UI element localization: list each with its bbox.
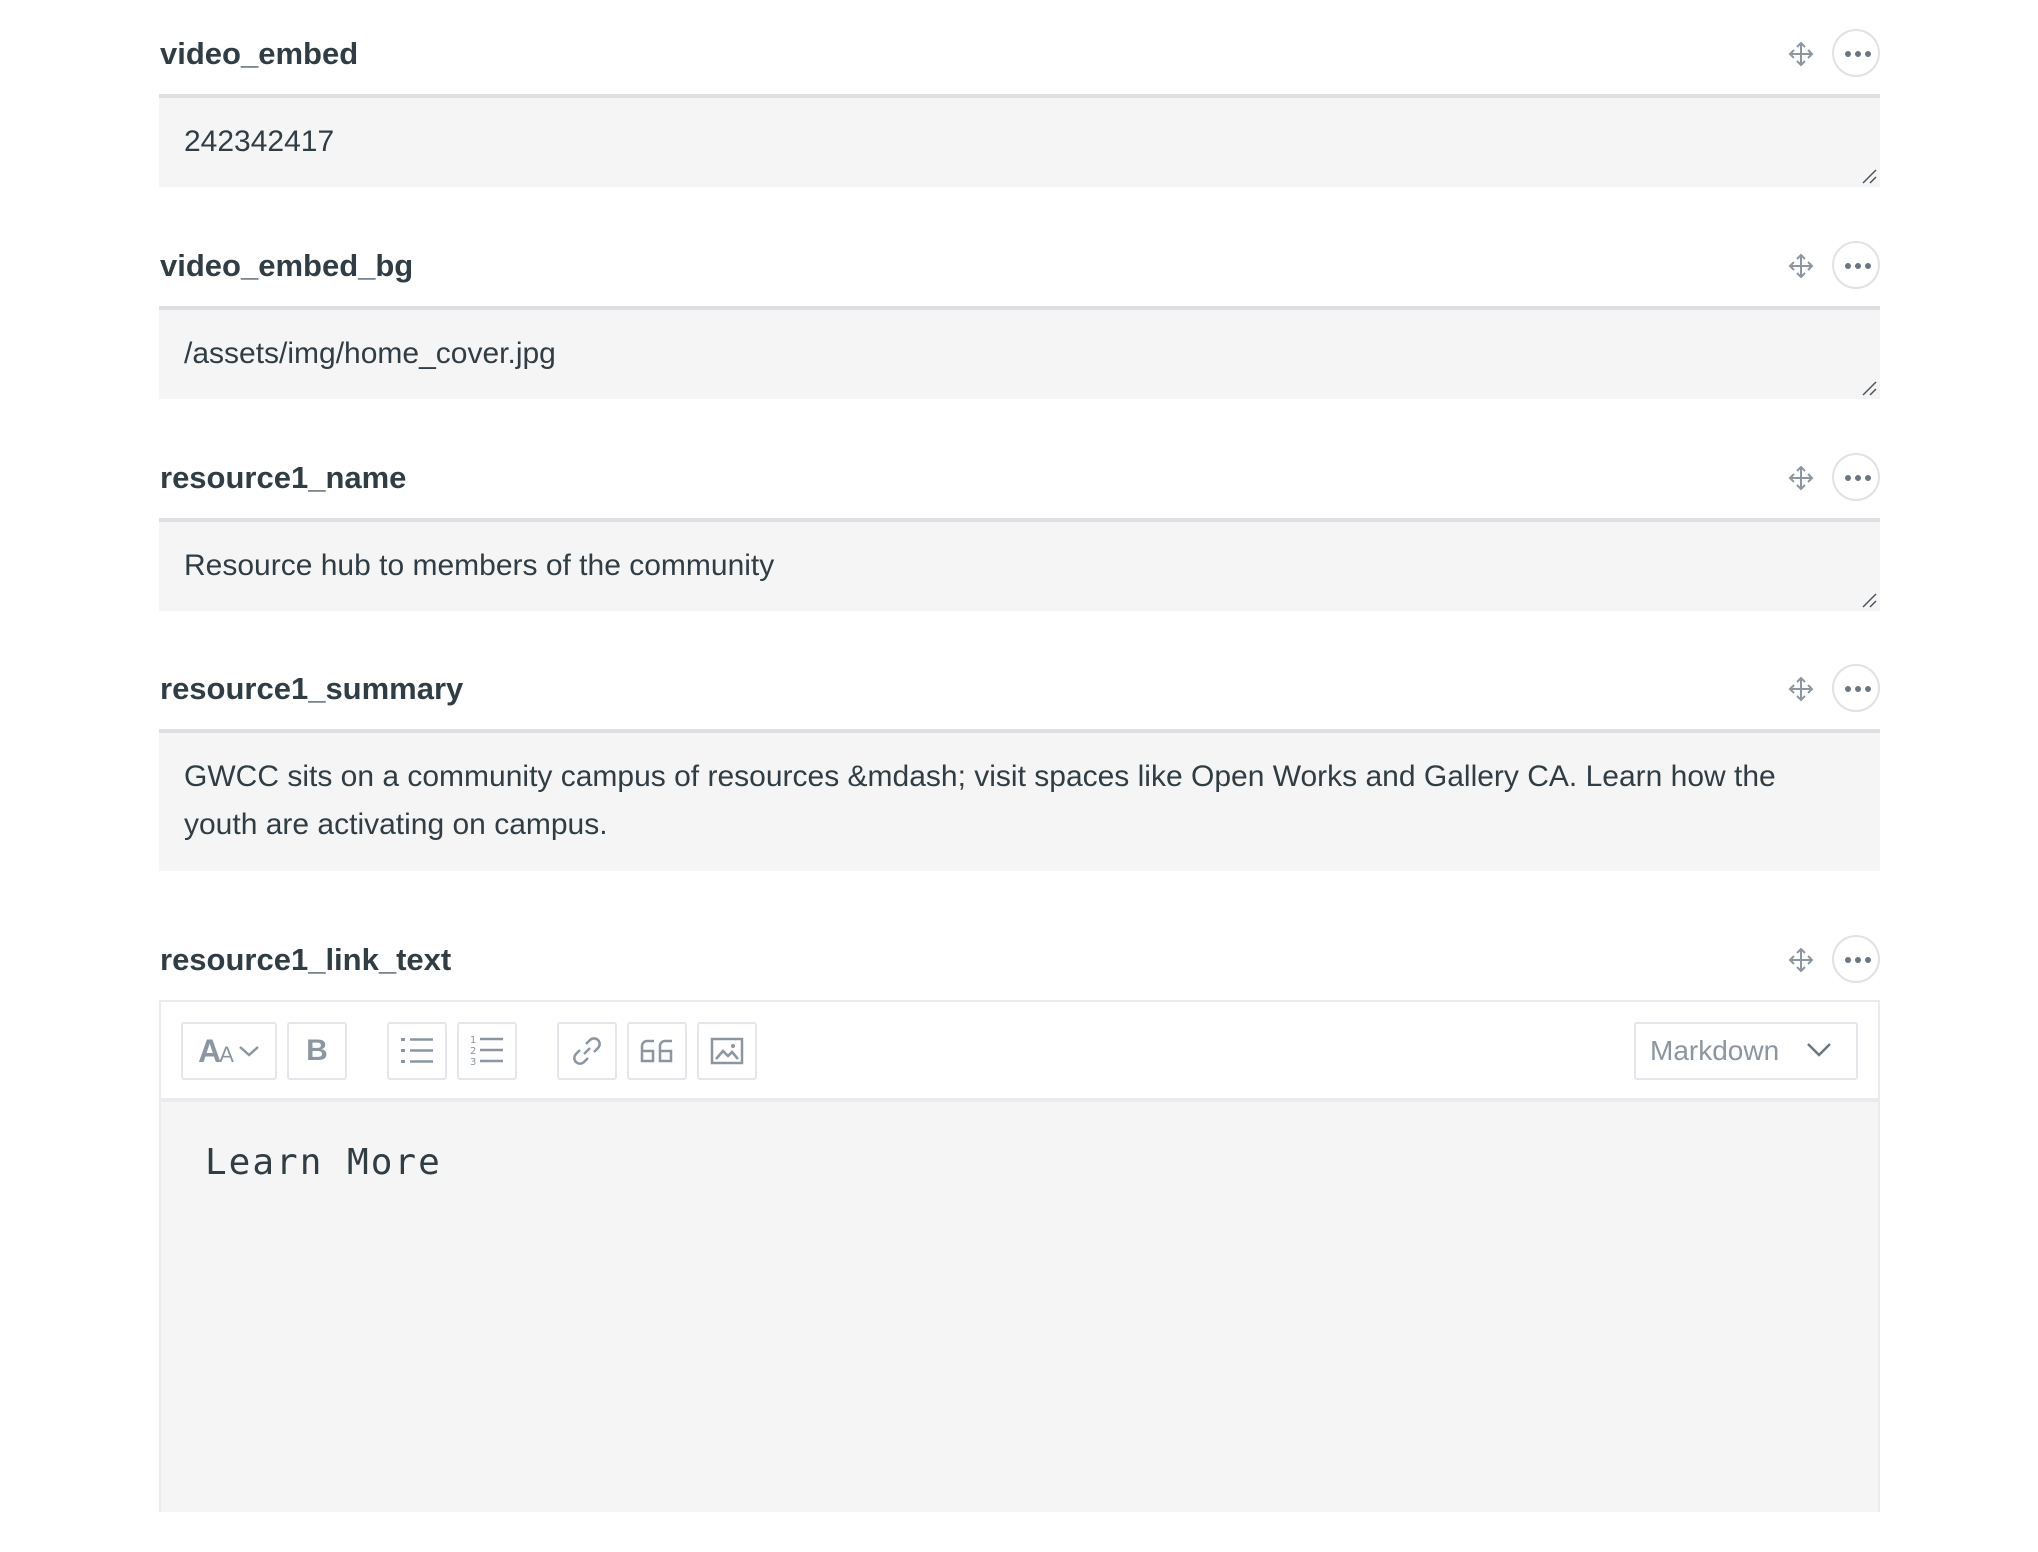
- image-icon: [710, 1037, 744, 1065]
- move-icon[interactable]: [1788, 465, 1814, 491]
- field-label: resource1_link_text: [160, 942, 452, 977]
- bulleted-list-button[interactable]: [387, 1022, 447, 1080]
- field-header: video_embed_bg: [159, 240, 1880, 292]
- link-button[interactable]: [557, 1022, 617, 1080]
- more-horizontal-icon: [1845, 957, 1871, 963]
- more-horizontal-icon: [1845, 475, 1871, 481]
- move-icon[interactable]: [1788, 253, 1814, 279]
- move-icon[interactable]: [1788, 41, 1814, 67]
- more-horizontal-icon: [1845, 51, 1871, 57]
- field-value: 242342417: [184, 125, 335, 158]
- resize-grip-icon[interactable]: [1861, 380, 1877, 396]
- more-options-button[interactable]: [1832, 664, 1880, 712]
- editor-content[interactable]: Learn More: [161, 1102, 1878, 1512]
- svg-text:2: 2: [470, 1046, 476, 1057]
- move-icon[interactable]: [1788, 676, 1814, 702]
- format-select[interactable]: Markdown: [1634, 1022, 1858, 1080]
- field-video-embed: video_embed 242342417: [159, 28, 1880, 187]
- svg-text:1: 1: [470, 1035, 476, 1046]
- resize-grip-icon[interactable]: [1861, 168, 1877, 184]
- more-horizontal-icon: [1845, 263, 1871, 269]
- format-select-value: Markdown: [1650, 1035, 1780, 1066]
- field-value: /assets/img/home_cover.jpg: [184, 337, 556, 370]
- field-video-embed-bg: video_embed_bg /assets/img/home_cover.jp…: [159, 240, 1880, 399]
- more-options-button[interactable]: [1832, 241, 1880, 289]
- field-header: resource1_link_text: [159, 934, 1880, 986]
- bold-icon: B: [306, 1034, 328, 1067]
- bulleted-list-icon: [401, 1038, 433, 1063]
- field-label: resource1_name: [160, 460, 407, 495]
- bold-button[interactable]: B: [287, 1022, 347, 1080]
- resize-grip-icon[interactable]: [1861, 592, 1877, 608]
- chevron-down-icon: [1807, 1043, 1831, 1057]
- link-icon: [573, 1037, 601, 1065]
- move-icon[interactable]: [1788, 947, 1814, 973]
- numbered-list-button[interactable]: 123: [457, 1022, 517, 1080]
- heading-button[interactable]: AA: [181, 1022, 277, 1080]
- more-options-button[interactable]: [1832, 453, 1880, 501]
- more-options-button[interactable]: [1832, 29, 1880, 77]
- content-editor-page: video_embed 242342417 video_embed_bg /as…: [0, 0, 2038, 1552]
- field-input[interactable]: GWCC sits on a community campus of resou…: [159, 729, 1880, 871]
- field-label: video_embed: [160, 36, 359, 71]
- editor-toolbar: AA B 1 2 3 Markdown: [161, 1002, 1878, 1102]
- field-label: video_embed_bg: [160, 248, 414, 283]
- field-input[interactable]: /assets/img/home_cover.jpg: [159, 306, 1880, 399]
- quote-button[interactable]: [627, 1022, 687, 1080]
- numbered-list-icon: 123: [470, 1035, 503, 1068]
- field-resource1-link-text: resource1_link_text AA B 1 2 3 Markdown …: [159, 934, 1880, 1512]
- field-value: GWCC sits on a community campus of resou…: [184, 760, 1776, 841]
- field-value: Resource hub to members of the community: [184, 549, 775, 582]
- field-header: resource1_summary: [159, 663, 1880, 715]
- field-label: resource1_summary: [160, 671, 464, 706]
- field-input[interactable]: Resource hub to members of the community: [159, 518, 1880, 611]
- markdown-editor: AA B 1 2 3 Markdown Learn More: [159, 1000, 1880, 1512]
- quote-icon: [640, 1039, 673, 1063]
- more-horizontal-icon: [1845, 686, 1871, 692]
- field-header: resource1_name: [159, 452, 1880, 504]
- more-options-button[interactable]: [1832, 935, 1880, 983]
- field-resource1-name: resource1_name Resource hub to members o…: [159, 452, 1880, 611]
- field-header: video_embed: [159, 28, 1880, 80]
- svg-text:3: 3: [470, 1057, 476, 1068]
- editor-text: Learn More: [205, 1142, 442, 1183]
- text-size-icon: AA: [198, 1032, 234, 1069]
- image-button[interactable]: [697, 1022, 757, 1080]
- chevron-down-icon: [239, 1046, 259, 1057]
- field-input[interactable]: 242342417: [159, 94, 1880, 187]
- field-resource1-summary: resource1_summary GWCC sits on a communi…: [159, 663, 1880, 871]
